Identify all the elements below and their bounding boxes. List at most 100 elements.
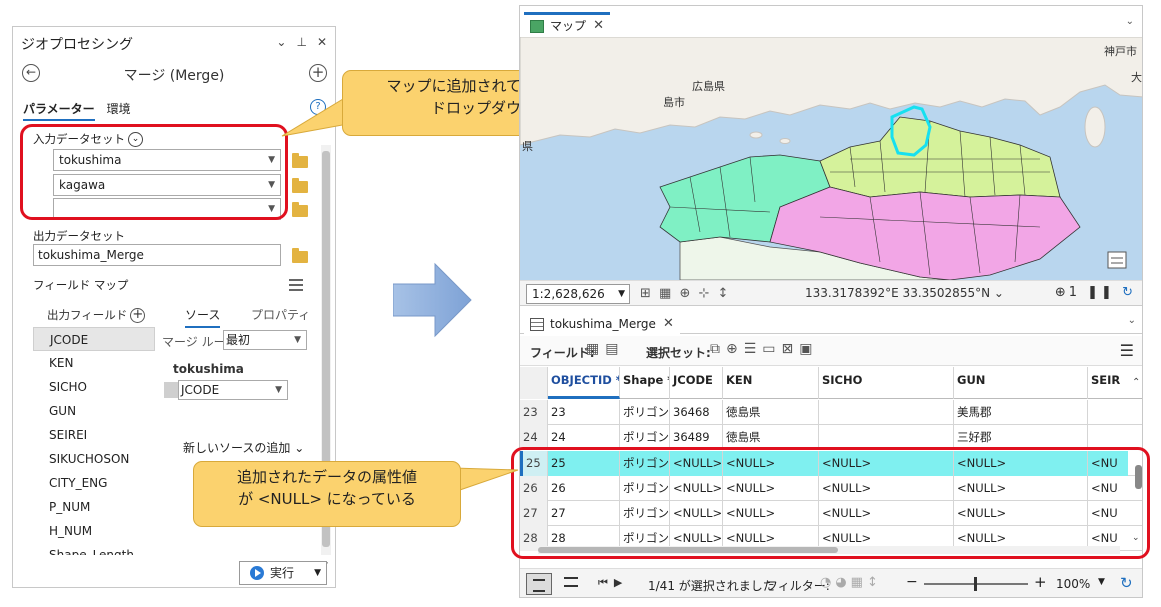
folder-icon[interactable] (292, 178, 308, 193)
island (779, 138, 791, 144)
folder-icon[interactable] (292, 202, 308, 217)
tab-source[interactable]: ソース (185, 306, 221, 328)
field-tools[interactable]: ▦▤ (586, 341, 624, 357)
add-plus-icon[interactable]: + (309, 64, 327, 82)
add-new-source-button[interactable]: 新しいソースの追加 ⌄ (183, 439, 304, 456)
chevron-down-icon[interactable]: ⌄ (1128, 315, 1136, 326)
cell-ken[interactable]: 徳島県 (723, 400, 819, 425)
scale-select[interactable]: 1:2,628,626 ▼ (526, 284, 630, 304)
field-item[interactable]: KEN (33, 351, 155, 375)
column-header-shape[interactable]: Shape * (620, 367, 670, 399)
map-bar-right-tools: ⊕1 ❚❚ ↻ (1055, 285, 1136, 300)
zoom-in-icon[interactable]: + (1034, 573, 1047, 591)
field-item[interactable]: JCODE (33, 327, 155, 351)
field-item[interactable]: SEIREI (33, 423, 155, 447)
field-item[interactable]: P_NUM (33, 495, 155, 519)
cell-seirei[interactable] (1088, 400, 1128, 425)
column-header-ken[interactable]: KEN (723, 367, 819, 399)
pin-icon[interactable]: ⊥ (296, 35, 306, 49)
row-number-header[interactable] (520, 367, 548, 399)
pause-icon[interactable]: ❚❚ (1087, 285, 1115, 300)
cell-jcode[interactable]: 36468 (670, 400, 723, 425)
field-map-list-icon[interactable] (289, 279, 303, 291)
source-name: tokushima (173, 362, 244, 376)
add-field-icon[interactable]: + (130, 308, 146, 323)
cell-gun[interactable]: 美馬郡 (954, 400, 1088, 425)
refresh-icon[interactable]: ↻ (1120, 574, 1133, 592)
column-header-sicho[interactable]: SICHO (819, 367, 954, 399)
close-icon[interactable]: ✕ (317, 35, 327, 49)
play-icon (250, 566, 264, 580)
field-item[interactable]: Shape_Length (33, 543, 155, 555)
refresh-icon[interactable]: ↻ (1122, 285, 1136, 300)
selection-count-icon[interactable]: ⊕ (1055, 285, 1069, 300)
chevron-down-icon[interactable]: ▼ (1098, 577, 1105, 587)
awaji-island (1084, 106, 1106, 148)
map-canvas[interactable]: 広島県 島市 神戸市 県 大 (520, 37, 1143, 280)
scroll-up-icon[interactable]: ⌃ (1132, 377, 1140, 388)
filter-icons[interactable]: ◔◕▦↕ (820, 575, 882, 590)
column-header-objectid[interactable]: OBJECTID * (548, 367, 620, 399)
chevron-down-icon: ▼ (275, 385, 282, 395)
basemap-icon[interactable] (1107, 251, 1127, 269)
field-item[interactable]: H_NUM (33, 519, 155, 543)
source-field-handle[interactable] (164, 382, 178, 398)
folder-icon[interactable] (292, 153, 308, 168)
chevron-down-icon[interactable]: ⌄ (994, 286, 1004, 300)
coordinate-readout: 133.3178392°E 33.3502855°N ⌄ (805, 286, 1004, 300)
tool-title: マージ (Merge) (123, 68, 225, 84)
zoom-value[interactable]: 100% (1056, 577, 1090, 591)
tab-map[interactable]: マップ ✕ (524, 12, 611, 37)
field-item[interactable]: SICHO (33, 375, 155, 399)
callout-tail-dropdown (281, 95, 349, 137)
column-header-gun[interactable]: GUN (954, 367, 1088, 399)
field-item[interactable]: SIKUCHOSON (33, 447, 155, 471)
tab-attribute-table[interactable]: tokushima_Merge ✕ (524, 310, 680, 335)
cell-shape[interactable]: ポリゴン (620, 400, 670, 425)
table-icon (530, 318, 544, 331)
field-item[interactable]: GUN (33, 399, 155, 423)
close-icon[interactable]: ✕ (593, 15, 604, 37)
merge-rule-select[interactable]: 最初 ▼ (223, 330, 307, 350)
chevron-down-icon[interactable]: ▼ (314, 562, 321, 584)
tab-properties[interactable]: プロパティ (251, 306, 310, 323)
map-view[interactable]: 広島県 島市 神戸市 県 大 (520, 37, 1143, 280)
view-all-records-button[interactable] (526, 573, 552, 595)
tab-environments[interactable]: 環境 (107, 100, 131, 121)
run-button[interactable]: 実行 ▼ (239, 561, 327, 585)
tab-table-label: tokushima_Merge (550, 317, 656, 331)
table-row[interactable]: 23 23 ポリゴン 36468 徳島県 美馬郡 (520, 400, 1142, 425)
source-field-select[interactable]: JCODE ▼ (178, 380, 288, 400)
source-field-value: JCODE (181, 383, 220, 397)
pane-title-icons: ⌄ ⊥ ✕ (276, 35, 327, 49)
field-item[interactable]: CITY_ENG (33, 471, 155, 495)
output-fields-header: 出力フィールド + (47, 307, 146, 323)
tab-map-label: マップ (550, 19, 587, 33)
run-label: 実行 (270, 566, 295, 580)
chevron-down-icon: ▼ (618, 289, 625, 299)
zoom-slider[interactable] (924, 577, 1028, 591)
island (749, 131, 763, 139)
cell-objectid[interactable]: 23 (548, 400, 620, 425)
column-header-seirei[interactable]: SEIR (1088, 367, 1128, 399)
cell-sicho[interactable] (819, 400, 954, 425)
view-selected-records-button[interactable] (564, 577, 578, 587)
close-icon[interactable]: ✕ (663, 313, 674, 335)
folder-icon[interactable] (292, 248, 308, 263)
callout-null: 追加されたデータの属性値 が <NULL> になっている (193, 461, 461, 527)
table-menu-icon[interactable]: ☰ (1120, 341, 1134, 360)
map-status-bar: 1:2,628,626 ▼ ⊞ ▦ ⊕ ⊹ ↕ 133.3178392°E 33… (520, 280, 1142, 306)
map-nav-tools[interactable]: ⊞ ▦ ⊕ ⊹ ↕ (640, 286, 730, 301)
selection-count-text: 1/41 が選択されました (648, 579, 775, 593)
chevron-down-icon[interactable]: ⌄ (1126, 16, 1134, 27)
zoom-out-icon[interactable]: − (906, 574, 918, 590)
output-dataset-input[interactable]: tokushima_Merge (33, 244, 281, 266)
chevron-down-icon: ▼ (294, 335, 301, 345)
pane-options-icon[interactable]: ⌄ (276, 35, 286, 49)
label-hiroshima-shi: 島市 (663, 95, 685, 109)
label-left-fragment: 県 (522, 140, 533, 153)
tab-parameters[interactable]: パラメーター (23, 100, 95, 121)
column-header-jcode[interactable]: JCODE (670, 367, 723, 399)
selection-tools[interactable]: ⧉⊕☰▭⊠▣ (710, 341, 818, 357)
record-nav-icons[interactable]: ⏮▶ (598, 576, 628, 590)
